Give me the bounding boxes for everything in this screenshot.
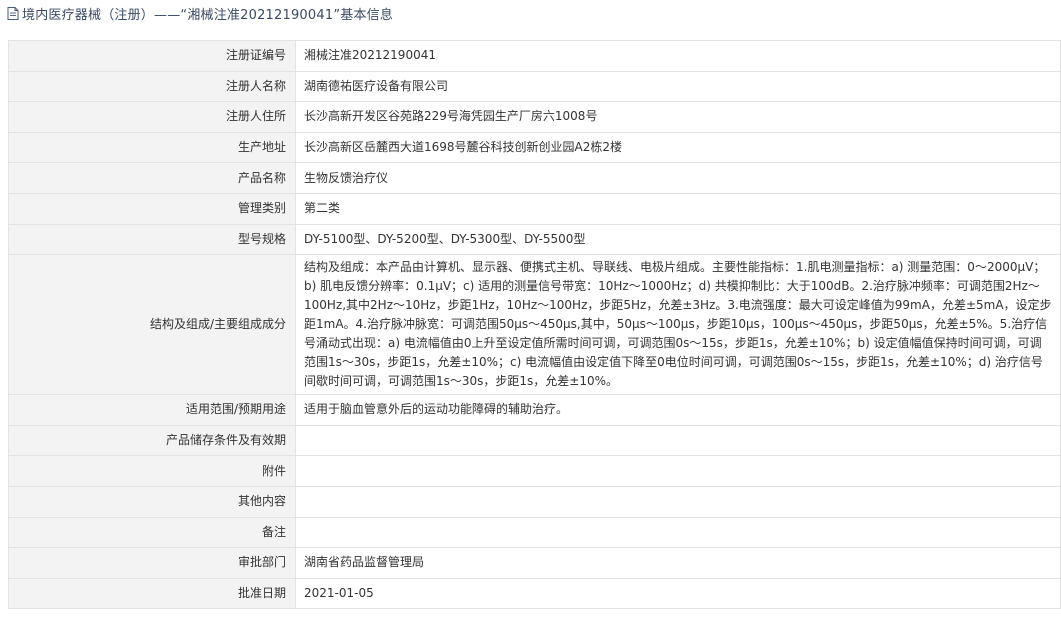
table-row: 生产地址 长沙高新区岳麓西大道1698号麓谷科技创新创业园A2栋2楼 — [8, 131, 1061, 164]
row-label: 备注 — [8, 516, 296, 549]
row-value: DY-5100型、DY-5200型、DY-5300型、DY-5500型 — [295, 223, 1061, 256]
row-label: 适用范围/预期用途 — [8, 394, 296, 426]
table-row: 审批部门 湖南省药品监督管理局 — [8, 547, 1061, 579]
row-value: 长沙高新区岳麓西大道1698号麓谷科技创新创业园A2栋2楼 — [295, 131, 1061, 164]
table-row: 批准日期 2021-01-05 — [8, 577, 1061, 610]
table-row: 产品名称 生物反馈治疗仪 — [8, 162, 1061, 194]
table-row: 型号规格 DY-5100型、DY-5200型、DY-5300型、DY-5500型 — [8, 223, 1061, 256]
table-row: 备注 — [8, 516, 1061, 549]
row-label: 注册人名称 — [8, 70, 296, 103]
document-icon — [7, 7, 19, 20]
row-value: 湖南省药品监督管理局 — [295, 547, 1061, 579]
table-row: 其他内容 — [8, 485, 1061, 518]
row-label: 其他内容 — [8, 485, 296, 518]
info-table: 注册证编号 湘械注准20212190041 注册人名称 湖南德祐医疗设备有限公司… — [8, 40, 1061, 610]
table-row: 适用范围/预期用途 适用于脑血管意外后的运动功能障碍的辅助治疗。 — [8, 394, 1061, 426]
table-row: 附件 — [8, 455, 1061, 487]
table-row: 管理类别 第二类 — [8, 192, 1061, 225]
row-value: 2021-01-05 — [295, 577, 1061, 610]
row-label: 生产地址 — [8, 131, 296, 164]
row-value — [295, 455, 1061, 487]
page-title: 境内医疗器械（注册）——“湘械注准20212190041”基本信息 — [22, 8, 394, 23]
table-row: 注册人名称 湖南德祐医疗设备有限公司 — [8, 70, 1061, 103]
row-label: 型号规格 — [8, 223, 296, 256]
row-value: 适用于脑血管意外后的运动功能障碍的辅助治疗。 — [295, 394, 1061, 426]
page-header: 境内医疗器械（注册）——“湘械注准20212190041”基本信息 — [0, 0, 1061, 27]
row-value: 结构及组成：本产品由计算机、显示器、便携式主机、导联线、电极片组成。主要性能指标… — [295, 254, 1061, 396]
table-row: 产品储存条件及有效期 — [8, 424, 1061, 457]
row-label: 产品储存条件及有效期 — [8, 424, 296, 457]
row-value — [295, 485, 1061, 518]
row-label: 产品名称 — [8, 162, 296, 194]
row-label: 结构及组成/主要组成成分 — [8, 254, 296, 396]
row-value: 湘械注准20212190041 — [295, 40, 1061, 72]
row-label: 批准日期 — [8, 577, 296, 610]
table-row: 结构及组成/主要组成成分 结构及组成：本产品由计算机、显示器、便携式主机、导联线… — [8, 254, 1061, 396]
row-label: 审批部门 — [8, 547, 296, 579]
row-value: 长沙高新开发区谷苑路229号海凭园生产厂房六1008号 — [295, 101, 1061, 133]
row-label: 注册人住所 — [8, 101, 296, 133]
row-value — [295, 424, 1061, 457]
row-value: 第二类 — [295, 192, 1061, 225]
row-label: 管理类别 — [8, 192, 296, 225]
row-label: 附件 — [8, 455, 296, 487]
table-row: 注册人住所 长沙高新开发区谷苑路229号海凭园生产厂房六1008号 — [8, 101, 1061, 133]
row-value — [295, 516, 1061, 549]
table-row: 注册证编号 湘械注准20212190041 — [8, 40, 1061, 72]
row-label: 注册证编号 — [8, 40, 296, 72]
row-value: 湖南德祐医疗设备有限公司 — [295, 70, 1061, 103]
row-value: 生物反馈治疗仪 — [295, 162, 1061, 194]
